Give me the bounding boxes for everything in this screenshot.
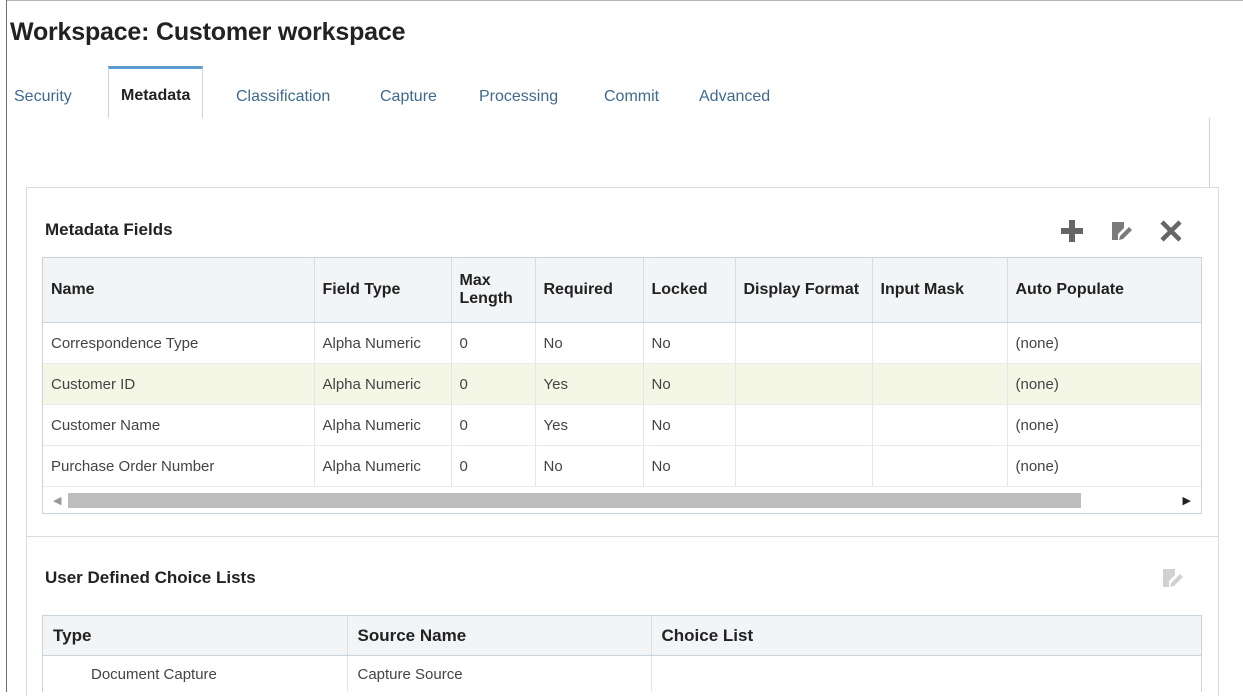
tab-processing[interactable]: Processing	[479, 88, 558, 106]
cell-max-length: 0	[451, 363, 536, 405]
tab-advanced[interactable]: Advanced	[699, 88, 770, 106]
cell-input-mask	[872, 322, 1008, 364]
tab-metadata[interactable]: Metadata	[108, 66, 204, 119]
table-row-selected[interactable]: Customer ID Alpha Numeric 0 Yes No (none…	[43, 363, 1201, 405]
table-row[interactable]: Document Capture Capture Source	[43, 655, 1201, 692]
tab-bar: Security Metadata Classification Capture…	[7, 66, 1210, 119]
cell-auto-populate: (none)	[1007, 445, 1201, 487]
table-header-row: Type Source Name Choice List	[43, 616, 1201, 656]
plus-icon[interactable]	[1060, 219, 1084, 243]
cell-input-mask	[872, 445, 1008, 487]
cell-auto-populate: (none)	[1007, 404, 1201, 446]
cell-max-length: 0	[451, 445, 536, 487]
column-header-auto-populate[interactable]: Auto Populate	[1007, 258, 1201, 323]
cell-name: Customer Name	[43, 404, 315, 446]
table-row[interactable]: Purchase Order Number Alpha Numeric 0 No…	[43, 445, 1201, 487]
column-header-type[interactable]: Type	[43, 616, 348, 656]
cell-locked: No	[643, 363, 736, 405]
choice-lists-grid: Type Source Name Choice List Document Ca…	[42, 615, 1202, 692]
cell-field-type: Alpha Numeric	[314, 322, 452, 364]
choice-lists-title: User Defined Choice Lists	[45, 568, 256, 587]
tab-classification[interactable]: Classification	[236, 88, 330, 106]
scroll-left-arrow-icon[interactable]: ◀	[53, 494, 61, 507]
cell-required: No	[535, 445, 644, 487]
horizontal-scrollbar[interactable]: ◀ ▶	[43, 488, 1201, 513]
cell-display-format	[735, 404, 873, 446]
cell-field-type: Alpha Numeric	[314, 363, 452, 405]
cell-display-format	[735, 445, 873, 487]
cell-locked: No	[643, 445, 736, 487]
column-header-input-mask[interactable]: Input Mask	[872, 258, 1008, 323]
edit-icon[interactable]	[1160, 566, 1184, 590]
scrollbar-thumb[interactable]	[68, 493, 1081, 508]
column-header-required[interactable]: Required	[535, 258, 644, 323]
close-icon[interactable]	[1160, 220, 1182, 242]
column-header-name[interactable]: Name	[43, 258, 315, 323]
tab-commit[interactable]: Commit	[604, 88, 659, 106]
scroll-right-arrow-icon[interactable]: ▶	[1183, 494, 1191, 507]
cell-name: Purchase Order Number	[43, 445, 315, 487]
cell-type: Document Capture	[43, 655, 348, 692]
cell-locked: No	[643, 322, 736, 364]
table-header-row: Name Field Type Max Length Required Lock…	[43, 258, 1201, 323]
column-header-choice-list[interactable]: Choice List	[651, 616, 1201, 656]
metadata-fields-grid: Name Field Type Max Length Required Lock…	[42, 257, 1202, 514]
column-header-locked[interactable]: Locked	[643, 258, 736, 323]
cell-field-type: Alpha Numeric	[314, 445, 452, 487]
cell-choice-list	[651, 655, 1201, 692]
page-title: Workspace: Customer workspace	[10, 18, 406, 46]
metadata-fields-title: Metadata Fields	[45, 220, 173, 239]
cell-required: No	[535, 322, 644, 364]
cell-name: Correspondence Type	[43, 322, 315, 364]
cell-name: Customer ID	[43, 363, 315, 405]
cell-display-format	[735, 363, 873, 405]
table-row[interactable]: Customer Name Alpha Numeric 0 Yes No (no…	[43, 404, 1201, 446]
column-header-display-format[interactable]: Display Format	[735, 258, 873, 323]
cell-input-mask	[872, 404, 1008, 446]
column-header-field-type[interactable]: Field Type	[314, 258, 452, 323]
cell-auto-populate: (none)	[1007, 322, 1201, 364]
cell-required: Yes	[535, 404, 644, 446]
cell-input-mask	[872, 363, 1008, 405]
cell-locked: No	[643, 404, 736, 446]
table-row[interactable]: Correspondence Type Alpha Numeric 0 No N…	[43, 322, 1201, 364]
cell-field-type: Alpha Numeric	[314, 404, 452, 446]
window-top-border	[6, 0, 1243, 1]
column-header-source-name[interactable]: Source Name	[347, 616, 652, 656]
tab-capture[interactable]: Capture	[380, 88, 437, 106]
cell-source-name: Capture Source	[347, 655, 652, 692]
edit-icon[interactable]	[1109, 219, 1133, 243]
tab-security[interactable]: Security	[14, 88, 72, 106]
cell-max-length: 0	[451, 322, 536, 364]
cell-max-length: 0	[451, 404, 536, 446]
cell-required: Yes	[535, 363, 644, 405]
column-header-max-length[interactable]: Max Length	[451, 258, 536, 323]
cell-auto-populate: (none)	[1007, 363, 1201, 405]
cell-display-format	[735, 322, 873, 364]
